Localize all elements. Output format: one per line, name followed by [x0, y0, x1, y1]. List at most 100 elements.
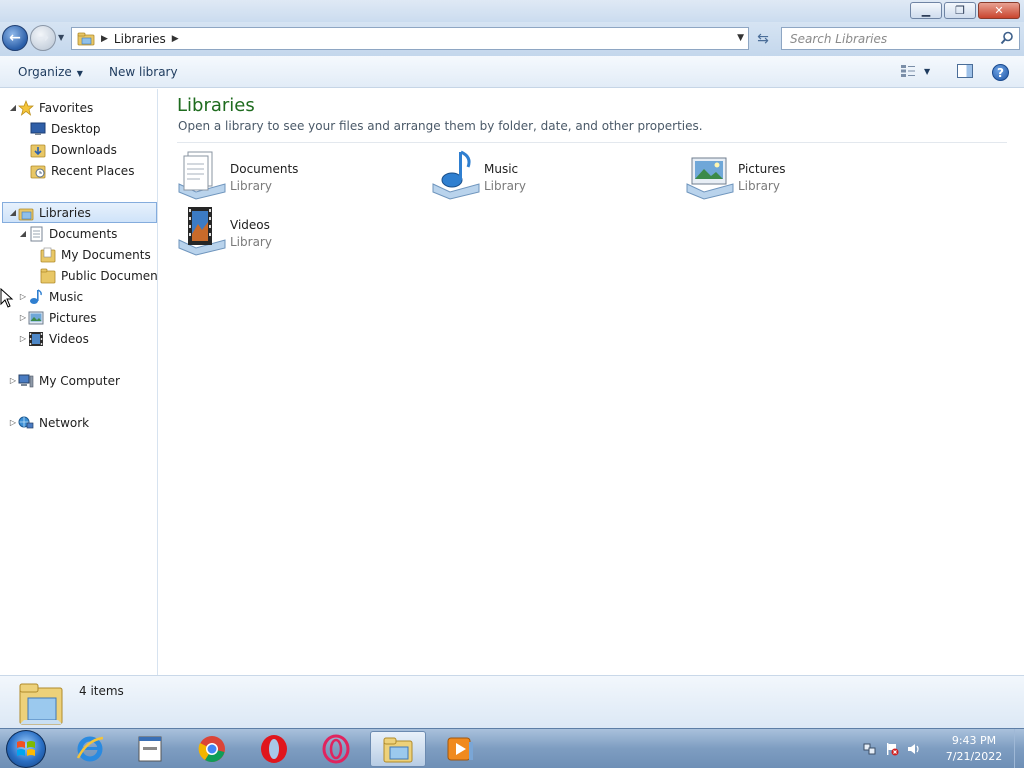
application-window-icon	[138, 736, 162, 762]
search-box[interactable]	[781, 27, 1020, 50]
expanded-arrow-icon[interactable]: ◢	[8, 103, 18, 112]
chevron-down-icon: ▼	[76, 69, 83, 78]
nav-label: Documents	[49, 226, 118, 241]
organize-button[interactable]: Organize ▼	[18, 65, 83, 79]
nav-public-documents[interactable]: . Public Documents	[30, 265, 158, 286]
taskbar-windows-explorer[interactable]	[370, 731, 426, 767]
nav-favorites[interactable]: ◢ Favorites	[8, 97, 93, 118]
recent-pages-dropdown-icon[interactable]: ▼	[58, 33, 64, 42]
forward-button[interactable]: →	[30, 25, 56, 51]
chevron-down-icon: ▼	[924, 66, 931, 76]
content-area: Libraries Open a library to see your fil…	[159, 89, 1024, 675]
library-videos[interactable]: Videos Library	[176, 204, 416, 256]
library-type: Library	[230, 235, 272, 249]
desktop-icon	[30, 121, 46, 137]
collapsed-arrow-icon[interactable]: ▷	[18, 313, 28, 322]
preview-pane-button[interactable]	[957, 64, 973, 78]
taskbar-internet-explorer[interactable]	[62, 731, 118, 767]
breadcrumb-libraries[interactable]: Libraries	[114, 32, 166, 46]
tree-spacer: .	[20, 124, 30, 133]
change-view-button[interactable]: ▼	[900, 64, 930, 78]
collapsed-arrow-icon[interactable]: ▷	[18, 292, 28, 301]
collapsed-arrow-icon[interactable]: ▷	[8, 418, 18, 427]
organize-label: Organize	[18, 65, 72, 79]
clock-date: 7/21/2022	[945, 750, 1003, 763]
nav-music[interactable]: ▷ Music	[18, 286, 83, 307]
recent-places-icon	[30, 163, 46, 179]
taskbar-opera-gx[interactable]	[308, 731, 364, 767]
nav-desktop[interactable]: . Desktop	[20, 118, 101, 139]
taskbar-chrome[interactable]	[184, 731, 240, 767]
libraries-folder-icon	[19, 683, 63, 725]
details-pane: 4 items	[0, 675, 1024, 728]
nav-label: Pictures	[49, 310, 97, 325]
nav-label: Recent Places	[51, 163, 135, 178]
mouse-cursor-icon	[0, 288, 14, 308]
back-button[interactable]: ←	[2, 25, 28, 51]
refresh-button[interactable]: ⇆	[752, 28, 774, 49]
taskbar-opera[interactable]	[246, 731, 302, 767]
videos-library-icon	[178, 207, 226, 256]
library-name: Documents	[230, 162, 299, 176]
address-dropdown-icon[interactable]: ▼	[737, 33, 744, 43]
music-note-icon	[28, 288, 44, 305]
expanded-arrow-icon[interactable]: ◢	[18, 229, 28, 238]
action-center-flag-icon[interactable]	[884, 741, 900, 757]
pictures-icon	[28, 310, 44, 326]
nav-my-documents[interactable]: . My Documents	[30, 244, 151, 265]
close-button[interactable]: ✕	[978, 2, 1020, 19]
breadcrumb-chevron-icon[interactable]: ▶	[101, 34, 108, 44]
collapsed-arrow-icon[interactable]: ▷	[8, 376, 18, 385]
start-button[interactable]	[6, 730, 46, 768]
search-icon[interactable]	[1000, 31, 1014, 45]
nav-recent-places[interactable]: . Recent Places	[20, 160, 134, 181]
library-music[interactable]: Music Library	[430, 148, 670, 200]
help-button[interactable]: ?	[992, 64, 1009, 81]
folder-icon	[40, 247, 56, 263]
taskbar-media-player[interactable]	[432, 731, 488, 767]
nav-label: Downloads	[51, 142, 117, 157]
address-bar[interactable]: ▶ Libraries ▶ ▼	[71, 27, 749, 50]
page-subtitle: Open a library to see your files and arr…	[178, 119, 703, 133]
nav-network[interactable]: ▷ Network	[8, 412, 89, 433]
search-input[interactable]	[782, 28, 982, 49]
nav-label: Network	[39, 415, 90, 430]
window-controls: ▁ ❐ ✕	[910, 2, 1020, 19]
nav-label: Public Documents	[61, 268, 158, 283]
network-status-icon[interactable]	[862, 741, 878, 757]
library-type: Library	[484, 179, 526, 193]
show-desktop-button[interactable]	[1014, 729, 1024, 768]
page-title: Libraries	[177, 95, 255, 116]
taskbar-app-window[interactable]	[122, 731, 178, 767]
maximize-button[interactable]: ❐	[944, 2, 976, 19]
nav-label: Favorites	[39, 100, 94, 115]
expanded-arrow-icon[interactable]: ◢	[8, 208, 18, 217]
breadcrumb-chevron-icon[interactable]: ▶	[172, 34, 179, 44]
forward-arrow-icon: →	[37, 30, 49, 46]
library-name: Videos	[230, 218, 270, 232]
internet-explorer-icon	[76, 736, 104, 762]
nav-libraries[interactable]: ◢ Libraries	[2, 202, 157, 223]
collapsed-arrow-icon[interactable]: ▷	[18, 334, 28, 343]
command-bar: Organize ▼ New library ▼	[0, 56, 1024, 88]
system-clock[interactable]: 9:43 PM 7/21/2022	[934, 733, 1014, 765]
system-tray	[862, 729, 922, 768]
nav-pictures[interactable]: ▷ Pictures	[18, 307, 97, 328]
pictures-library-icon	[686, 157, 734, 200]
new-library-button[interactable]: New library	[109, 65, 178, 79]
documents-library-icon	[178, 151, 226, 200]
volume-icon[interactable]	[906, 741, 922, 757]
library-pictures[interactable]: Pictures Library	[684, 148, 924, 200]
nav-downloads[interactable]: . Downloads	[20, 139, 117, 160]
minimize-button[interactable]: ▁	[910, 2, 942, 19]
nav-label: My Computer	[39, 373, 120, 388]
library-documents[interactable]: Documents Library	[176, 148, 416, 200]
nav-documents[interactable]: ◢ Documents	[18, 223, 117, 244]
back-arrow-icon: ←	[9, 30, 21, 46]
nav-my-computer[interactable]: ▷ My Computer	[8, 370, 120, 391]
opera-icon	[261, 735, 287, 763]
nav-label: Libraries	[39, 205, 91, 220]
library-type: Library	[230, 179, 272, 193]
nav-videos[interactable]: ▷ Videos	[18, 328, 89, 349]
computer-icon	[18, 373, 34, 389]
